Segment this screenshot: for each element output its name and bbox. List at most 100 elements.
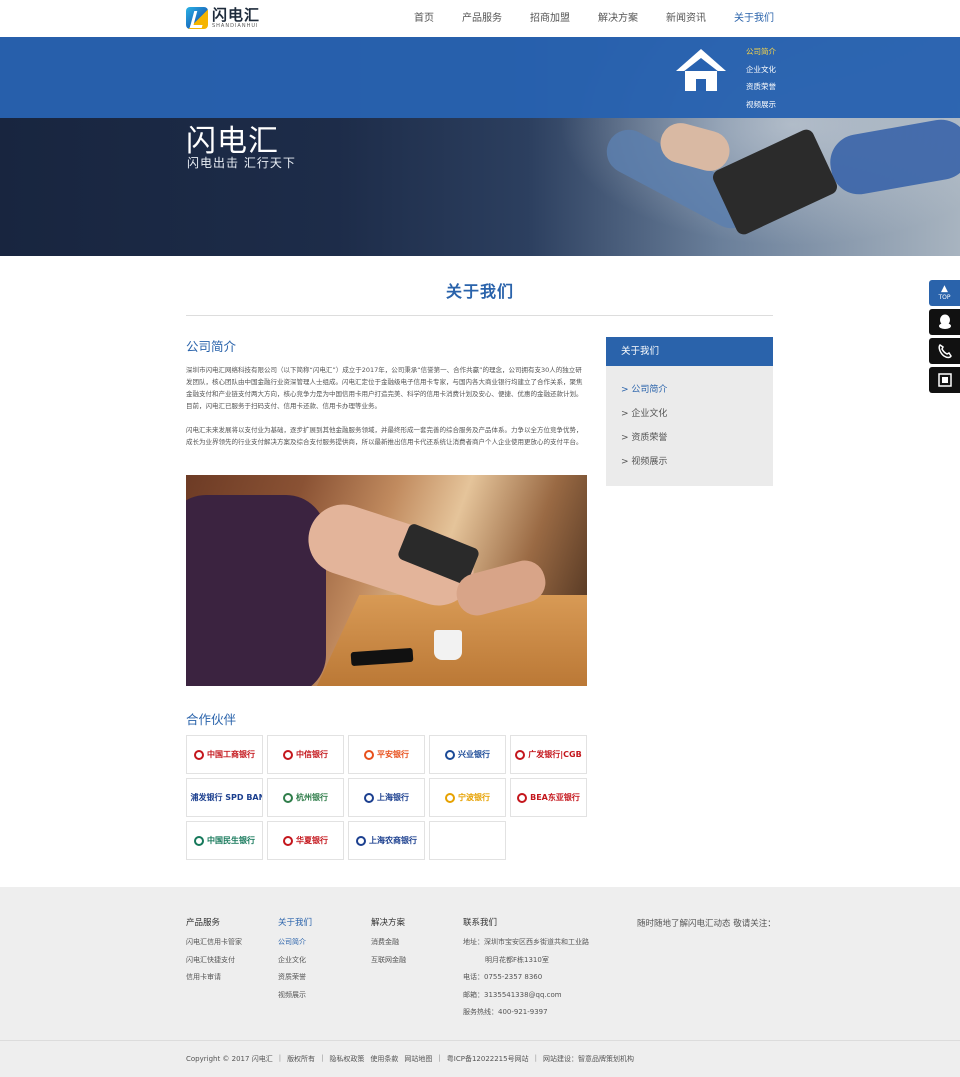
nav-item-about[interactable]: 关于我们 [734,0,774,37]
partner-name: 中国工商银行 [207,750,255,759]
partner-name: 兴业银行 [458,750,490,759]
contact-hotline: 服务热线：400-921-9397 [463,1008,548,1016]
copyright-item[interactable]: 网站建设：智意品牌策划机构 [543,1054,634,1064]
copyright-item[interactable]: 网站地图 [404,1054,432,1064]
partners-heading: 合作伙伴 [186,712,237,727]
copyright-item[interactable]: Copyright © 2017 闪电汇 [186,1054,273,1064]
logo-icon [186,7,208,29]
footer: 产品服务 闪电汇信用卡管家 闪电汇快捷支付 信用卡审请 关于我们 公司简介 企业… [0,887,960,1040]
back-to-top-button[interactable]: ▲ TOP [929,280,960,306]
bank-logo-icon [187,792,188,803]
footer-link[interactable]: 视频展示 [278,989,312,1007]
partner-logo[interactable]: 华夏银行 [267,821,344,860]
partner-name: 杭州银行 [296,793,328,802]
follow-us-text: 随时随地了解闪电汇动态 敬请关注： [637,919,776,929]
footer-link[interactable]: 消费金融 [371,936,406,954]
dropdown-item-culture[interactable]: 企业文化 [746,63,776,81]
sidebar-item-honors[interactable]: > 资质荣誉 [606,428,773,452]
partner-logo[interactable]: 杭州银行 [267,778,344,817]
copyright-item[interactable]: 版权所有 [287,1054,315,1064]
partner-logo[interactable]: 中信银行 [267,735,344,774]
bank-logo-icon [283,835,293,846]
page-title: 关于我们 [445,282,514,301]
logo-sub: SHANDIANHUI [212,22,259,29]
phone-icon[interactable] [929,338,960,364]
logo[interactable]: 闪电汇 SHANDIANHUI [186,7,260,29]
partner-logo[interactable]: 中国工商银行 [186,735,263,774]
footer-link[interactable]: 互联网金融 [371,954,406,972]
nav-item-franchise[interactable]: 招商加盟 [530,0,570,37]
contact-phone: 电话：0755-2357 8360 [463,973,543,981]
banner-subtitle: 闪电出击 汇行天下 [187,156,296,170]
intro-paragraph-1: 深圳市闪电汇网络科技有限公司（以下简称“闪电汇”）成立于2017年，公司秉承“信… [186,366,583,410]
partner-logo[interactable]: BEA东亚银行 [510,778,587,817]
partner-logo[interactable] [429,821,506,860]
bank-logo-icon [283,749,293,760]
bank-logo-icon [356,835,366,846]
partners-grid: 中国工商银行 中信银行 平安银行 兴业银行 广发银行|CGB 浦发银行 SPD BANK 杭… [186,735,588,860]
footer-link[interactable]: 闪电汇快捷支付 [186,954,242,972]
partner-logo[interactable]: 兴业银行 [429,735,506,774]
footer-heading: 联系我们 [463,918,498,928]
partner-name: BEA东亚银行 [530,793,580,802]
copyright-item[interactable]: 粤ICP备12022215号网站 [447,1054,529,1064]
bank-logo-icon [364,749,374,760]
nav-item-products[interactable]: 产品服务 [462,0,502,37]
intro-heading: 公司简介 [186,339,237,354]
bank-logo-icon [445,749,455,760]
footer-col-solutions: 解决方案 消费金融 互联网金融 [371,916,406,971]
footer-link[interactable]: 资质荣誉 [278,971,312,989]
partner-name: 中信银行 [296,750,328,759]
partner-name: 中国民生银行 [207,836,255,845]
dropdown-menu: 公司简介 企业文化 资质荣誉 视频展示 [746,45,776,115]
sidebar: 关于我们 > 公司简介 > 企业文化 > 资质荣誉 > 视频展示 [606,337,773,486]
bank-logo-icon [194,749,204,760]
payment-photo [186,475,587,686]
sidebar-title: 关于我们 [606,337,773,366]
partner-logo[interactable]: 上海银行 [348,778,425,817]
dropdown-item-videos[interactable]: 视频展示 [746,98,776,116]
contact-address-2: 明月花都F栋1310室 [485,955,549,964]
partner-logo[interactable]: 上海农商银行 [348,821,425,860]
logo-name: 闪电汇 [212,5,261,24]
footer-link[interactable]: 信用卡审请 [186,971,242,989]
footer-link[interactable]: 闪电汇信用卡管家 [186,936,242,954]
sidebar-item-videos[interactable]: > 视频展示 [606,452,773,476]
sidebar-item-profile[interactable]: > 公司简介 [606,380,773,404]
intro-paragraph-2: 闪电汇未来发展将以支付业为基础，逐步扩展到其他金融服务领域，并最终形成一套完善的… [186,426,583,446]
nav-item-solutions[interactable]: 解决方案 [598,0,638,37]
dropdown-item-honors[interactable]: 资质荣誉 [746,80,776,98]
copyright-bar: Copyright © 2017 闪电汇 | 版权所有 | 隐私权政策 使用条款 网站地图 |… [0,1040,960,1077]
separator: | [321,1054,324,1062]
partner-logo[interactable]: 平安银行 [348,735,425,774]
bank-logo-icon [283,792,293,803]
qrcode-icon[interactable] [929,367,960,393]
nav-item-news[interactable]: 新闻资讯 [666,0,706,37]
home-icon [676,49,726,93]
divider [186,315,773,316]
partner-logo[interactable]: 浦发银行 SPD BANK [186,778,263,817]
partner-name: 华夏银行 [296,836,328,845]
copyright-item[interactable]: 使用条款 [370,1054,398,1064]
partner-name: 上海银行 [377,793,409,802]
footer-link[interactable]: 企业文化 [278,954,312,972]
separator: | [438,1054,441,1062]
copyright-item[interactable]: 隐私权政策 [329,1054,364,1064]
arrow-up-icon: ▲ [941,283,948,294]
nav-item-home[interactable]: 首页 [414,0,434,37]
bank-logo-icon [517,792,528,803]
partner-logo[interactable]: 中国民生银行 [186,821,263,860]
sidebar-item-culture[interactable]: > 企业文化 [606,404,773,428]
dropdown-item-profile[interactable]: 公司简介 [746,45,776,63]
partner-logo[interactable]: 广发银行|CGB [510,735,587,774]
qq-icon[interactable] [929,309,960,335]
partner-logo[interactable]: 宁波银行 [429,778,506,817]
partner-name: 广发银行|CGB [528,750,582,759]
bank-logo-icon [445,792,455,803]
separator: | [278,1054,282,1062]
separator: | [534,1054,537,1062]
floating-tools: ▲ TOP [929,280,960,396]
partner-name: 浦发银行 SPD BANK [190,793,262,802]
copyright: Copyright © 2017 闪电汇 | 版权所有 | 隐私权政策 使用条款 网站地图 |… [186,1054,640,1064]
footer-link[interactable]: 公司简介 [278,936,312,954]
